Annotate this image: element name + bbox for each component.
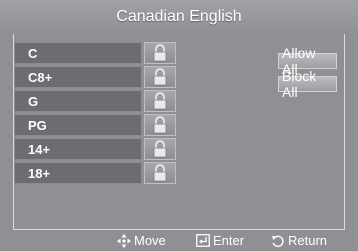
lock-toggle[interactable] — [144, 162, 176, 184]
block-all-button[interactable]: Block All — [278, 68, 337, 100]
footer-hints: Move Enter Return — [0, 230, 358, 251]
enter-label: Enter — [213, 233, 245, 248]
lock-open-icon — [153, 164, 167, 182]
lock-toggle[interactable] — [144, 138, 176, 160]
lock-toggle[interactable] — [144, 42, 176, 64]
lock-toggle[interactable] — [144, 66, 176, 88]
enter-hint: Enter — [196, 233, 244, 248]
move-hint: Move — [117, 233, 166, 248]
move-label: Move — [134, 233, 166, 248]
lock-open-icon — [153, 44, 167, 62]
rating-row-c8plus[interactable]: C8+ — [14, 66, 178, 88]
rating-label: C8+ — [14, 66, 142, 88]
rating-label: PG — [14, 114, 142, 136]
return-icon — [272, 235, 284, 247]
return-label: Return — [288, 233, 328, 248]
rating-label: 14+ — [14, 138, 142, 160]
lock-open-icon — [153, 140, 167, 158]
rating-row-14plus[interactable]: 14+ — [14, 138, 178, 160]
rating-list: C C8+ G PG 14+ 18+ — [14, 42, 178, 186]
return-hint: Return — [271, 233, 327, 248]
rating-row-c[interactable]: C — [14, 42, 178, 64]
rating-row-g[interactable]: G — [14, 90, 178, 112]
parental-lock-screen: Canadian English C C8+ G PG 14+ 18+ Allo… — [0, 0, 358, 251]
rating-label: C — [14, 42, 142, 64]
rating-label: G — [14, 90, 142, 112]
rating-row-pg[interactable]: PG — [14, 114, 178, 136]
move-arrows-icon — [117, 233, 131, 248]
rating-label: 18+ — [14, 162, 142, 184]
lock-toggle[interactable] — [144, 114, 176, 136]
title-bar: Canadian English — [0, 0, 358, 34]
allow-all-button[interactable]: Allow All — [278, 45, 337, 77]
lock-toggle[interactable] — [144, 90, 176, 112]
rating-row-18plus[interactable]: 18+ — [14, 162, 178, 184]
enter-icon — [196, 234, 210, 247]
lock-open-icon — [153, 68, 167, 86]
page-title: Canadian English — [116, 8, 242, 25]
lock-open-icon — [153, 116, 167, 134]
lock-open-icon — [153, 92, 167, 110]
